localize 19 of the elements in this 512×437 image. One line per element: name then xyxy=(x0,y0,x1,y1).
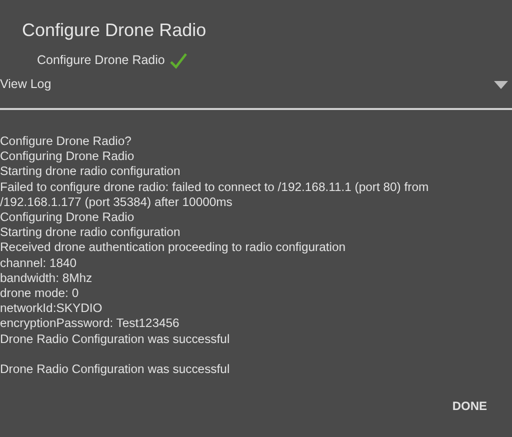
log-line: Starting drone radio configuration xyxy=(0,225,182,240)
log-line: Received drone authentication proceeding to radio configuration xyxy=(0,240,347,256)
dialog-title: Configure Drone Radio xyxy=(21,19,208,41)
log-line: networkId:SKYDIO xyxy=(0,301,104,316)
log-line: Failed to configure drone radio: failed to connect to /192.168.11.1 (port 80) from /192.168.1.177 (port 35384) after 10000ms xyxy=(0,180,430,210)
log-line: Configuring Drone Radio xyxy=(0,149,136,164)
dropdown-arrow-icon xyxy=(494,81,508,89)
log-result: Drone Radio Configuration was successful xyxy=(0,362,231,378)
status-label: Configure Drone Radio xyxy=(37,52,165,70)
log-line: bandwidth: 8Mhz xyxy=(0,270,94,286)
done-button[interactable]: DONE xyxy=(444,393,495,420)
log-dropdown[interactable]: View Log xyxy=(0,71,512,110)
log-line: Starting drone radio configuration xyxy=(0,164,182,180)
log-line: Configuring Drone Radio xyxy=(0,210,136,226)
log-line: Configure Drone Radio? xyxy=(0,134,132,150)
log-line: channel: 1840 xyxy=(0,256,78,271)
log-line: encryptionPassword: Test123456 xyxy=(0,316,180,332)
log-line: Drone Radio Configuration was successful xyxy=(0,332,231,347)
log-line: drone mode: 0 xyxy=(0,286,80,302)
